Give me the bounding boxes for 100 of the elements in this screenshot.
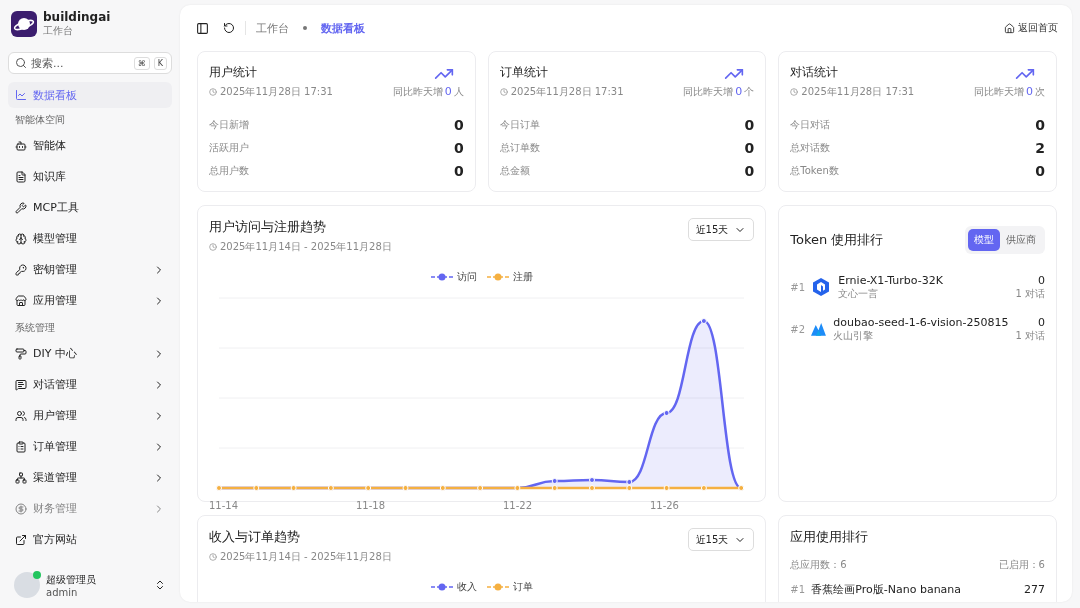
timestamp: 2025年11月28日 17:31: [499, 85, 624, 99]
nav-icon: [15, 89, 27, 101]
card-title: 用户统计: [209, 64, 258, 81]
conversation-count: 1 对话: [1015, 328, 1045, 343]
nav-item[interactable]: DIY 中心: [8, 338, 172, 369]
breadcrumb-item[interactable]: 数据看板: [321, 20, 365, 36]
home-link[interactable]: 返回首页: [1004, 21, 1058, 35]
date-range: 2025年11月14日 - 2025年11月28日: [209, 550, 392, 564]
conversation-count: 1 对话: [1015, 286, 1045, 301]
nav-icon: [15, 263, 27, 276]
model-name: Ernie-X1-Turbo-32K: [838, 273, 943, 287]
timestamp: 2025年11月28日 17:31: [790, 85, 915, 99]
home-icon: [1004, 22, 1015, 34]
trend-text: 同比昨天增 0 次: [974, 85, 1045, 99]
stat-value: 0: [453, 139, 464, 156]
nav-icon: [15, 347, 27, 360]
nav-item[interactable]: 密钥管理: [8, 254, 172, 285]
nav-item[interactable]: 知识库: [8, 161, 172, 192]
user-name: 超级管理员: [46, 572, 97, 587]
user-menu[interactable]: 超级管理员 admin: [8, 570, 172, 600]
search-field[interactable]: 搜索... ⌘ K: [8, 52, 172, 74]
stat-label: 活跃用户: [209, 140, 249, 155]
nav-icon: [15, 409, 27, 422]
nav-item[interactable]: 模型管理: [8, 223, 172, 254]
nav-item[interactable]: 智能体: [8, 130, 172, 161]
date-range: 2025年11月14日 - 2025年11月28日: [209, 240, 392, 254]
provider-name: 火山引擎: [833, 328, 875, 343]
nav-item[interactable]: 对话管理: [8, 369, 172, 400]
rank-number: #2: [790, 323, 805, 335]
period-select[interactable]: 近15天: [687, 528, 755, 551]
app-name: 香蕉绘画Pro版-Nano banana: [811, 581, 962, 597]
provider-name: 文心一言: [838, 286, 880, 301]
legend-item: 访问: [430, 270, 477, 284]
shortcut-key: K: [153, 56, 167, 70]
stat-value: 0: [1035, 116, 1045, 133]
breadcrumb-item[interactable]: 工作台: [256, 20, 289, 36]
card-title: 订单统计: [499, 64, 549, 81]
clock-icon: [499, 88, 508, 96]
sidebar-toggle-icon[interactable]: [196, 21, 209, 35]
axis-label: 11-26: [649, 500, 679, 511]
stat-label: 总订单数: [499, 140, 540, 155]
nav-item[interactable]: 官方网站: [8, 524, 172, 555]
nav-item[interactable]: 数据看板: [8, 82, 172, 108]
stat-value: 0: [744, 139, 755, 156]
enabled-apps: 已启用：6: [998, 558, 1045, 572]
period-select[interactable]: 近15天: [687, 218, 755, 241]
stat-label: 今日对话: [790, 117, 831, 132]
user-account: admin: [46, 586, 79, 598]
nav-icon: [15, 378, 27, 391]
stat-label: 总对话数: [790, 140, 831, 155]
shortcut-key: ⌘: [133, 56, 150, 70]
card-title: 对话统计: [790, 64, 840, 81]
stat-value: 0: [744, 162, 755, 179]
stat-label: 总Token数: [790, 163, 839, 178]
legend-item: 收入: [430, 580, 477, 594]
trend-text: 同比昨天增 0 个: [683, 85, 755, 99]
nav-item[interactable]: MCP工具: [8, 192, 172, 223]
clock-icon: [209, 88, 217, 96]
nav-icon: [15, 471, 27, 484]
stat-label: 今日新增: [209, 117, 249, 132]
chevrons-icon: [154, 579, 166, 591]
tab[interactable]: 供应商: [1000, 229, 1042, 251]
tab[interactable]: 模型: [968, 229, 1000, 251]
card-title: 收入与订单趋势: [209, 528, 301, 546]
search-icon: [15, 57, 27, 69]
token-count: 0: [1037, 273, 1045, 287]
axis-label: 11-22: [502, 500, 532, 511]
nav-item[interactable]: 订单管理: [8, 431, 172, 462]
rank-number: #1: [790, 583, 805, 595]
nav-item[interactable]: 渠道管理: [8, 462, 172, 493]
card-title: 用户访问与注册趋势: [209, 218, 327, 236]
clock-icon: [209, 243, 217, 251]
nav-icon: [15, 533, 27, 546]
stat-label: 今日订单: [499, 117, 540, 132]
nav-icon: [15, 440, 27, 453]
trend-text: 同比昨天增 0 人: [392, 85, 464, 99]
nav-icon: [15, 201, 27, 214]
logo-icon: [11, 11, 37, 37]
stat-value: 0: [453, 116, 464, 133]
stat-label: 总金额: [499, 163, 530, 178]
nav-icon: [15, 139, 27, 152]
token-count: 0: [1037, 315, 1045, 329]
section-title: 系统管理: [14, 321, 56, 335]
nav-icon: [15, 170, 27, 183]
stat-value: 0: [1035, 162, 1045, 179]
nav-item[interactable]: 用户管理: [8, 400, 172, 431]
stat-value: 2: [1035, 139, 1045, 156]
total-apps: 总应用数：6: [790, 558, 847, 572]
clock-icon: [209, 553, 217, 561]
refresh-icon[interactable]: [223, 22, 235, 34]
card-title: 应用使用排行: [790, 528, 870, 546]
nav-icon: [15, 232, 27, 245]
rank-number: #1: [790, 281, 805, 293]
brand-subtitle: 工作台: [43, 24, 74, 38]
legend-item: 订单: [486, 580, 533, 594]
timestamp: 2025年11月28日 17:31: [209, 85, 333, 99]
stat-value: 0: [453, 162, 464, 179]
nav-item[interactable]: 应用管理: [8, 285, 172, 316]
usage-count: 277: [1024, 582, 1045, 596]
axis-label: 11-18: [355, 500, 386, 511]
